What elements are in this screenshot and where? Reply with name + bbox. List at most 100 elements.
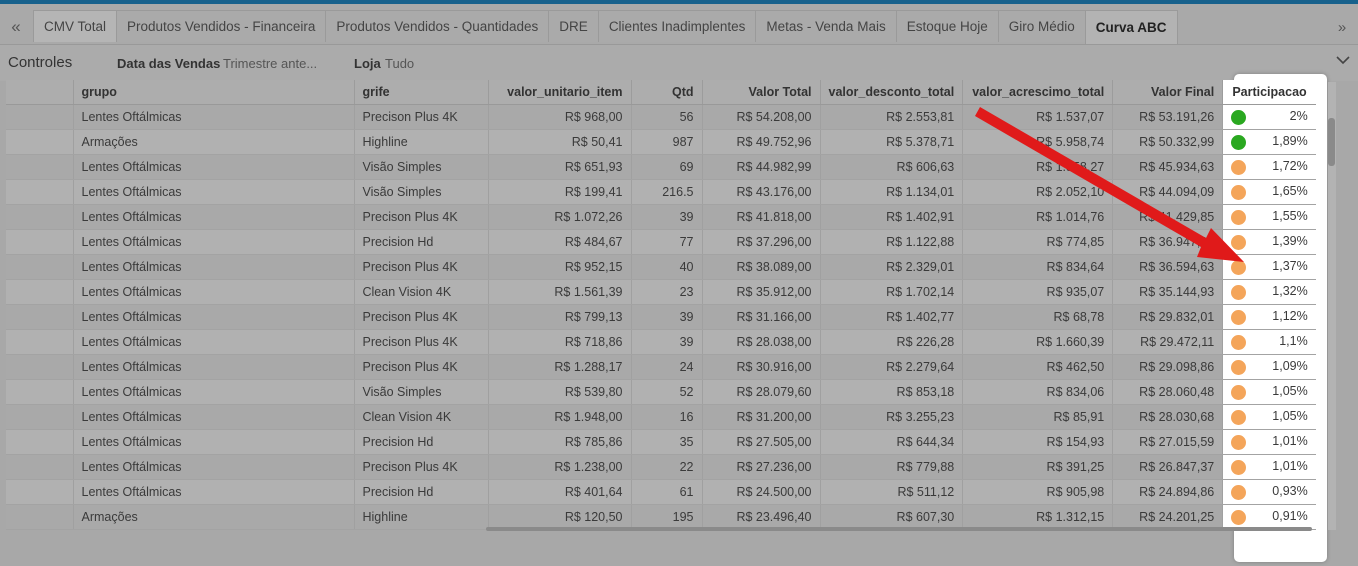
cell-grife: Precision Hd [354, 229, 489, 255]
cell-valor-final: R$ 24.894,86 [1112, 479, 1224, 505]
store-filter-label[interactable]: Loja [354, 56, 381, 71]
orange-status-dot-icon [1231, 235, 1247, 250]
table-row[interactable]: Lentes Oftálmicas Precision Hd R$ 484,67 77… [6, 229, 1316, 255]
tab-clientes-inadimplentes[interactable]: Clientes Inadimplentes [597, 10, 757, 42]
cell-qtd: 40 [631, 254, 703, 280]
participacao-value: 1,65% [1272, 184, 1308, 198]
orange-status-dot-icon [1231, 460, 1247, 475]
cell-valor-acrescimo-total: R$ 1.537,07 [962, 104, 1114, 130]
vertical-scrollbar-thumb[interactable] [1328, 118, 1335, 166]
cell-participacao: 1,05% [1222, 404, 1316, 430]
cell-valor-unitario-item: R$ 120,50 [488, 504, 632, 530]
table-row[interactable]: Lentes Oftálmicas Precison Plus 4K R$ 1.23… [6, 454, 1316, 480]
cell-valor-acrescimo-total: R$ 154,93 [962, 429, 1114, 455]
date-filter-value[interactable]: Trimestre ante... [223, 56, 317, 71]
row-selector-cell[interactable] [6, 504, 74, 530]
cell-valor-acrescimo-total: R$ 1.014,76 [962, 204, 1114, 230]
row-selector-cell[interactable] [6, 154, 74, 180]
cell-valor-desconto-total: R$ 1.122,88 [820, 229, 964, 255]
tab-cmv-total[interactable]: CMV Total [33, 10, 118, 42]
tab-giro-m-dio[interactable]: Giro Médio [997, 10, 1086, 42]
table-row[interactable]: Lentes Oftálmicas Precision Hd R$ 785,86 35… [6, 429, 1316, 455]
cell-grupo: Lentes Oftálmicas [73, 154, 355, 180]
table-row[interactable]: Lentes Oftálmicas Visão Simples R$ 539,80 5… [6, 379, 1316, 405]
row-selector-cell[interactable] [6, 179, 74, 205]
row-selector-cell[interactable] [6, 279, 74, 305]
table-row[interactable]: Armações Highline R$ 50,41 987 R$ 49.752,96 R… [6, 129, 1316, 155]
table-row[interactable]: Lentes Oftálmicas Precison Plus 4K R$ 968,… [6, 104, 1316, 130]
column-header-valor-desconto-total[interactable]: valor_desconto_total [820, 80, 964, 105]
row-selector-cell[interactable] [6, 429, 74, 455]
cell-valor-unitario-item: R$ 401,64 [488, 479, 632, 505]
cell-valor-unitario-item: R$ 785,86 [488, 429, 632, 455]
row-selector-cell[interactable] [6, 204, 74, 230]
orange-status-dot-icon [1231, 260, 1247, 275]
table-row[interactable]: Lentes Oftálmicas Clean Vision 4K R$ 1.561… [6, 279, 1316, 305]
cell-valor-total: R$ 27.505,00 [702, 429, 821, 455]
table-row[interactable]: Lentes Oftálmicas Precison Plus 4K R$ 1.07… [6, 204, 1316, 230]
green-status-dot-icon [1231, 135, 1247, 150]
row-selector-cell[interactable] [6, 104, 74, 130]
store-filter-value[interactable]: Tudo [385, 56, 414, 71]
cell-valor-final: R$ 26.847,37 [1112, 454, 1224, 480]
table-row[interactable]: Lentes Oftálmicas Precison Plus 4K R$ 952,… [6, 254, 1316, 280]
row-selector-cell[interactable] [6, 304, 74, 330]
double-chevron-left-icon[interactable]: « [2, 12, 30, 42]
double-chevron-right-icon[interactable]: » [1330, 12, 1354, 42]
cell-grupo: Lentes Oftálmicas [73, 379, 355, 405]
row-selector-cell[interactable] [6, 254, 74, 280]
cell-valor-final: R$ 28.030,68 [1112, 404, 1224, 430]
tab-estoque-hoje[interactable]: Estoque Hoje [895, 10, 999, 42]
cell-qtd: 24 [631, 354, 703, 380]
row-selector-cell[interactable] [6, 479, 74, 505]
table-row[interactable]: Armações Highline R$ 120,50 195 R$ 23.496,40… [6, 504, 1316, 530]
horizontal-scrollbar-thumb[interactable] [486, 527, 1312, 531]
row-selector-cell[interactable] [6, 379, 74, 405]
cell-grupo: Lentes Oftálmicas [73, 204, 355, 230]
cell-valor-acrescimo-total: R$ 391,25 [962, 454, 1114, 480]
column-header-valor-unitario-item[interactable]: valor_unitario_item [488, 80, 632, 105]
cell-grupo: Lentes Oftálmicas [73, 104, 355, 130]
tab-curva-abc[interactable]: Curva ABC [1084, 10, 1178, 44]
cell-valor-total: R$ 43.176,00 [702, 179, 821, 205]
cell-valor-final: R$ 44.094,09 [1112, 179, 1224, 205]
row-selector-cell[interactable] [6, 354, 74, 380]
date-filter-label[interactable]: Data das Vendas [117, 56, 220, 71]
row-selector-cell[interactable] [6, 229, 74, 255]
row-selector-cell[interactable] [6, 454, 74, 480]
row-selector-cell[interactable] [6, 404, 74, 430]
tab-metas-venda-mais[interactable]: Metas - Venda Mais [755, 10, 897, 42]
table-row[interactable]: Lentes Oftálmicas Precison Plus 4K R$ 718,… [6, 329, 1316, 355]
row-selector-cell[interactable] [6, 329, 74, 355]
column-header-valor-final[interactable]: Valor Final [1112, 80, 1224, 105]
column-header-participacao[interactable]: Participacao [1222, 80, 1316, 105]
table-row[interactable]: Lentes Oftálmicas Visão Simples R$ 651,93 6… [6, 154, 1316, 180]
orange-status-dot-icon [1231, 285, 1247, 300]
table-row[interactable]: Lentes Oftálmicas Precison Plus 4K R$ 799,… [6, 304, 1316, 330]
tab-dre[interactable]: DRE [548, 10, 599, 42]
orange-status-dot-icon [1231, 335, 1247, 350]
controls-title[interactable]: Controles [8, 54, 72, 71]
tab-produtos-vendidos-quantidades[interactable]: Produtos Vendidos - Quantidades [325, 10, 550, 42]
cell-grupo: Lentes Oftálmicas [73, 329, 355, 355]
column-header-grife[interactable]: grife [354, 80, 489, 105]
table-row[interactable]: Lentes Oftálmicas Precison Plus 4K R$ 1.28… [6, 354, 1316, 380]
column-header-grupo[interactable]: grupo [73, 80, 355, 105]
cell-valor-acrescimo-total: R$ 1.660,39 [962, 329, 1114, 355]
chevron-down-icon[interactable] [1334, 51, 1352, 69]
cell-qtd: 23 [631, 279, 703, 305]
cell-participacao: 1,12% [1222, 304, 1316, 330]
curva-abc-table-container: grupo grife valor_unitario_item Qtd Valor To… [6, 80, 1332, 530]
row-selector-cell[interactable] [6, 129, 74, 155]
table-row[interactable]: Lentes Oftálmicas Visão Simples R$ 199,41 2… [6, 179, 1316, 205]
column-header-valor-total[interactable]: Valor Total [702, 80, 821, 105]
cell-valor-total: R$ 41.818,00 [702, 204, 821, 230]
cell-valor-unitario-item: R$ 718,86 [488, 329, 632, 355]
cell-grife: Precison Plus 4K [354, 329, 489, 355]
column-header-qtd[interactable]: Qtd [631, 80, 703, 105]
tab-produtos-vendidos-financeira[interactable]: Produtos Vendidos - Financeira [116, 10, 327, 42]
column-header-valor-acrescimo-total[interactable]: valor_acrescimo_total [962, 80, 1114, 105]
cell-valor-unitario-item: R$ 1.561,39 [488, 279, 632, 305]
table-row[interactable]: Lentes Oftálmicas Precision Hd R$ 401,64 61… [6, 479, 1316, 505]
table-row[interactable]: Lentes Oftálmicas Clean Vision 4K R$ 1.948… [6, 404, 1316, 430]
